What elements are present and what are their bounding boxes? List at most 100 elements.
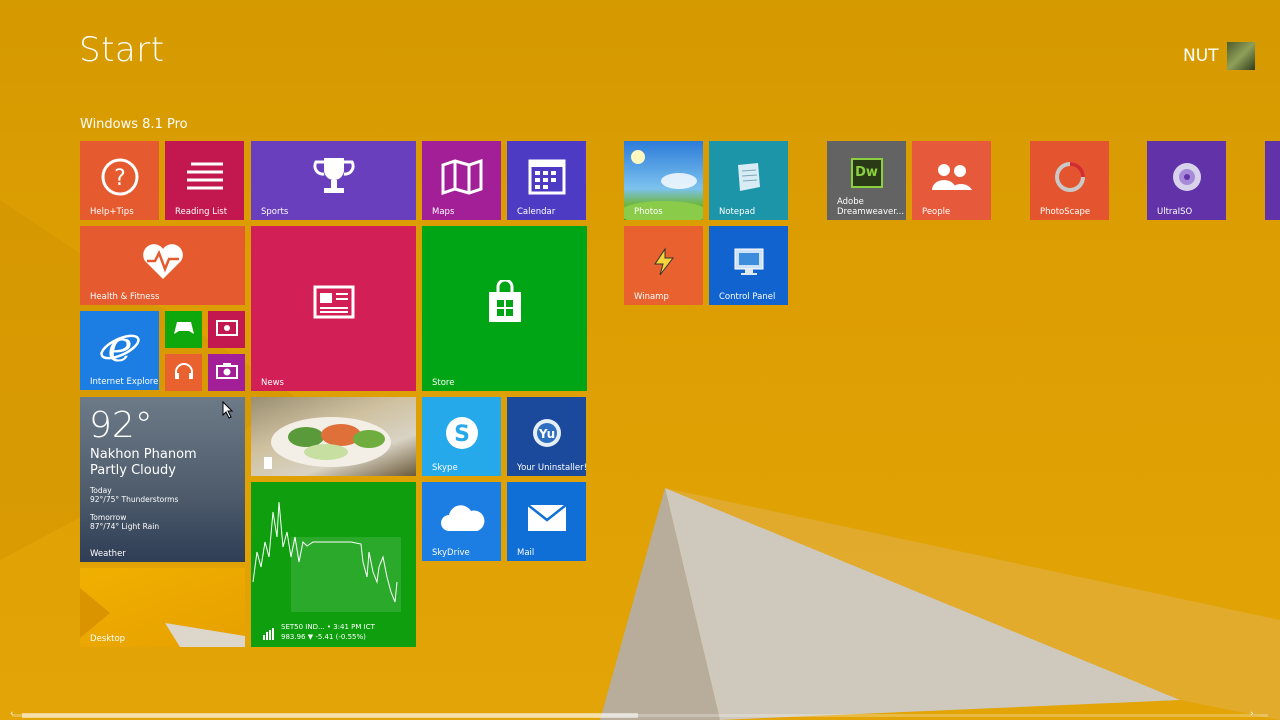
heart-icon	[141, 243, 185, 281]
tile-label: Winamp	[634, 292, 669, 302]
reading-list-icon	[183, 160, 227, 194]
tile-label: Adobe Dreamweaver...	[837, 197, 905, 217]
weather-condition: Partly Cloudy	[90, 463, 176, 478]
tile-label: People	[922, 207, 951, 217]
people-icon	[930, 162, 974, 192]
weather-tomorrow-forecast: 87°/74° Light Rain	[90, 522, 160, 531]
map-icon	[441, 159, 483, 196]
mouse-cursor	[222, 401, 234, 419]
weather-today-forecast: 92°/75° Thunderstorms	[90, 495, 179, 504]
tile-internet-explorer[interactable]: e Internet Explorer	[80, 311, 159, 390]
dreamweaver-glyph: Dw	[855, 165, 878, 181]
tile-news[interactable]: News	[251, 226, 416, 391]
calendar-icon	[528, 159, 566, 195]
tile-calendar[interactable]: Calendar	[507, 141, 586, 220]
tile-label: Control Panel	[719, 292, 776, 302]
group-label: Windows 8.1 Pro	[80, 117, 188, 132]
tile-camera[interactable]	[208, 354, 245, 391]
user-account[interactable]: NUT	[1183, 42, 1255, 70]
tile-label: SkyDrive	[432, 548, 470, 558]
tile-food-drink[interactable]	[251, 397, 416, 476]
tile-label: Health & Fitness	[90, 292, 160, 302]
cloud-icon	[439, 503, 485, 533]
tile-label: Your Uninstaller!	[517, 463, 586, 473]
weather-temperature: 92°	[89, 405, 153, 446]
headphones-icon	[174, 362, 194, 380]
tile-partial-offscreen[interactable]	[1265, 141, 1280, 220]
tile-label: Maps	[432, 207, 455, 217]
tile-label: Skype	[432, 463, 458, 473]
svg-text:e: e	[107, 325, 132, 369]
camera-icon	[215, 363, 238, 380]
tile-label: UltraISO	[1157, 207, 1193, 217]
tile-label: Calendar	[517, 207, 556, 217]
video-icon	[215, 320, 238, 337]
weather-location: Nakhon Phanom Partly Cloudy	[90, 447, 197, 479]
svg-text:Yu: Yu	[537, 427, 554, 441]
tile-control-panel[interactable]: Control Panel	[709, 226, 788, 305]
tile-photos[interactable]: Photos	[624, 141, 703, 220]
scroll-right-icon[interactable]: ›	[1250, 709, 1254, 719]
tile-ultraiso[interactable]: UltraISO	[1147, 141, 1226, 220]
weather-today-label: Today	[90, 486, 112, 495]
avatar	[1226, 42, 1255, 70]
tile-skydrive[interactable]: SkyDrive	[422, 482, 501, 561]
dreamweaver-icon: Dw	[850, 157, 883, 188]
weather-city: Nakhon Phanom	[90, 447, 197, 462]
svg-text:?: ?	[114, 166, 126, 191]
tile-label: Photos	[634, 207, 663, 217]
tile-reading-list[interactable]: Reading List	[165, 141, 244, 220]
tile-label: Desktop	[90, 634, 126, 644]
tile-desktop[interactable]: Desktop	[80, 568, 245, 647]
tile-winamp[interactable]: Winamp	[624, 226, 703, 305]
store-icon	[485, 279, 525, 324]
finance-value: 983.96 ▼ -5.41 (-0.55%)	[281, 633, 366, 641]
tile-dreamweaver[interactable]: Dw Adobe Dreamweaver...	[827, 141, 906, 220]
disc-icon	[1171, 161, 1203, 193]
weather-tomorrow-label: Tomorrow	[90, 513, 127, 522]
tile-label: Reading List	[175, 207, 228, 217]
winamp-icon	[649, 247, 679, 277]
tile-label: Sports	[261, 207, 289, 217]
tile-music[interactable]	[165, 354, 202, 391]
mail-icon	[526, 504, 567, 532]
tile-label: News	[261, 378, 284, 388]
help-icon: ?	[100, 157, 140, 197]
finance-quote: SET50 IND... • 3:41 PM ICT 983.96 ▼ -5.4…	[281, 622, 375, 642]
tile-people[interactable]: People	[912, 141, 991, 220]
tile-label: Weather	[90, 549, 126, 559]
tile-photoscape[interactable]: PhotoScape	[1030, 141, 1109, 220]
tile-games[interactable]	[165, 311, 202, 348]
trophy-icon	[312, 156, 356, 198]
tile-notepad[interactable]: Notepad	[709, 141, 788, 220]
control-panel-icon	[733, 247, 765, 277]
chart-icon	[263, 628, 274, 640]
tile-finance[interactable]: SET50 IND... • 3:41 PM ICT 983.96 ▼ -5.4…	[251, 482, 416, 647]
tile-your-uninstaller[interactable]: Yu Your Uninstaller!	[507, 397, 586, 476]
tile-label: PhotoScape	[1040, 207, 1091, 217]
user-name: NUT	[1183, 46, 1219, 66]
tile-label: Help+Tips	[90, 207, 134, 217]
tile-video[interactable]	[208, 311, 245, 348]
tile-label: Store	[432, 378, 455, 388]
notepad-icon	[734, 161, 764, 193]
ie-icon: e	[98, 325, 142, 369]
food-image	[264, 417, 391, 469]
tile-store[interactable]: Store	[422, 226, 587, 391]
horizontal-scrollbar[interactable]: ‹ ›	[0, 709, 1280, 720]
tile-help-tips[interactable]: ? Help+Tips	[80, 141, 159, 220]
uninstaller-icon: Yu	[531, 417, 563, 449]
tile-weather[interactable]: 92° Nakhon Phanom Partly Cloudy Today 92…	[80, 397, 245, 562]
tile-label: Mail	[517, 548, 535, 558]
tile-maps[interactable]: Maps	[422, 141, 501, 220]
tile-mail[interactable]: Mail	[507, 482, 586, 561]
tile-skype[interactable]: S Skype	[422, 397, 501, 476]
tile-health-fitness[interactable]: Health & Fitness	[80, 226, 245, 305]
tile-sports[interactable]: Sports	[251, 141, 416, 220]
svg-text:S: S	[454, 422, 470, 447]
gamepad-icon	[173, 320, 195, 336]
tile-label: Internet Explorer	[90, 377, 159, 387]
scroll-thumb[interactable]	[22, 713, 638, 718]
news-icon	[313, 285, 355, 319]
tile-label: Notepad	[719, 207, 756, 217]
